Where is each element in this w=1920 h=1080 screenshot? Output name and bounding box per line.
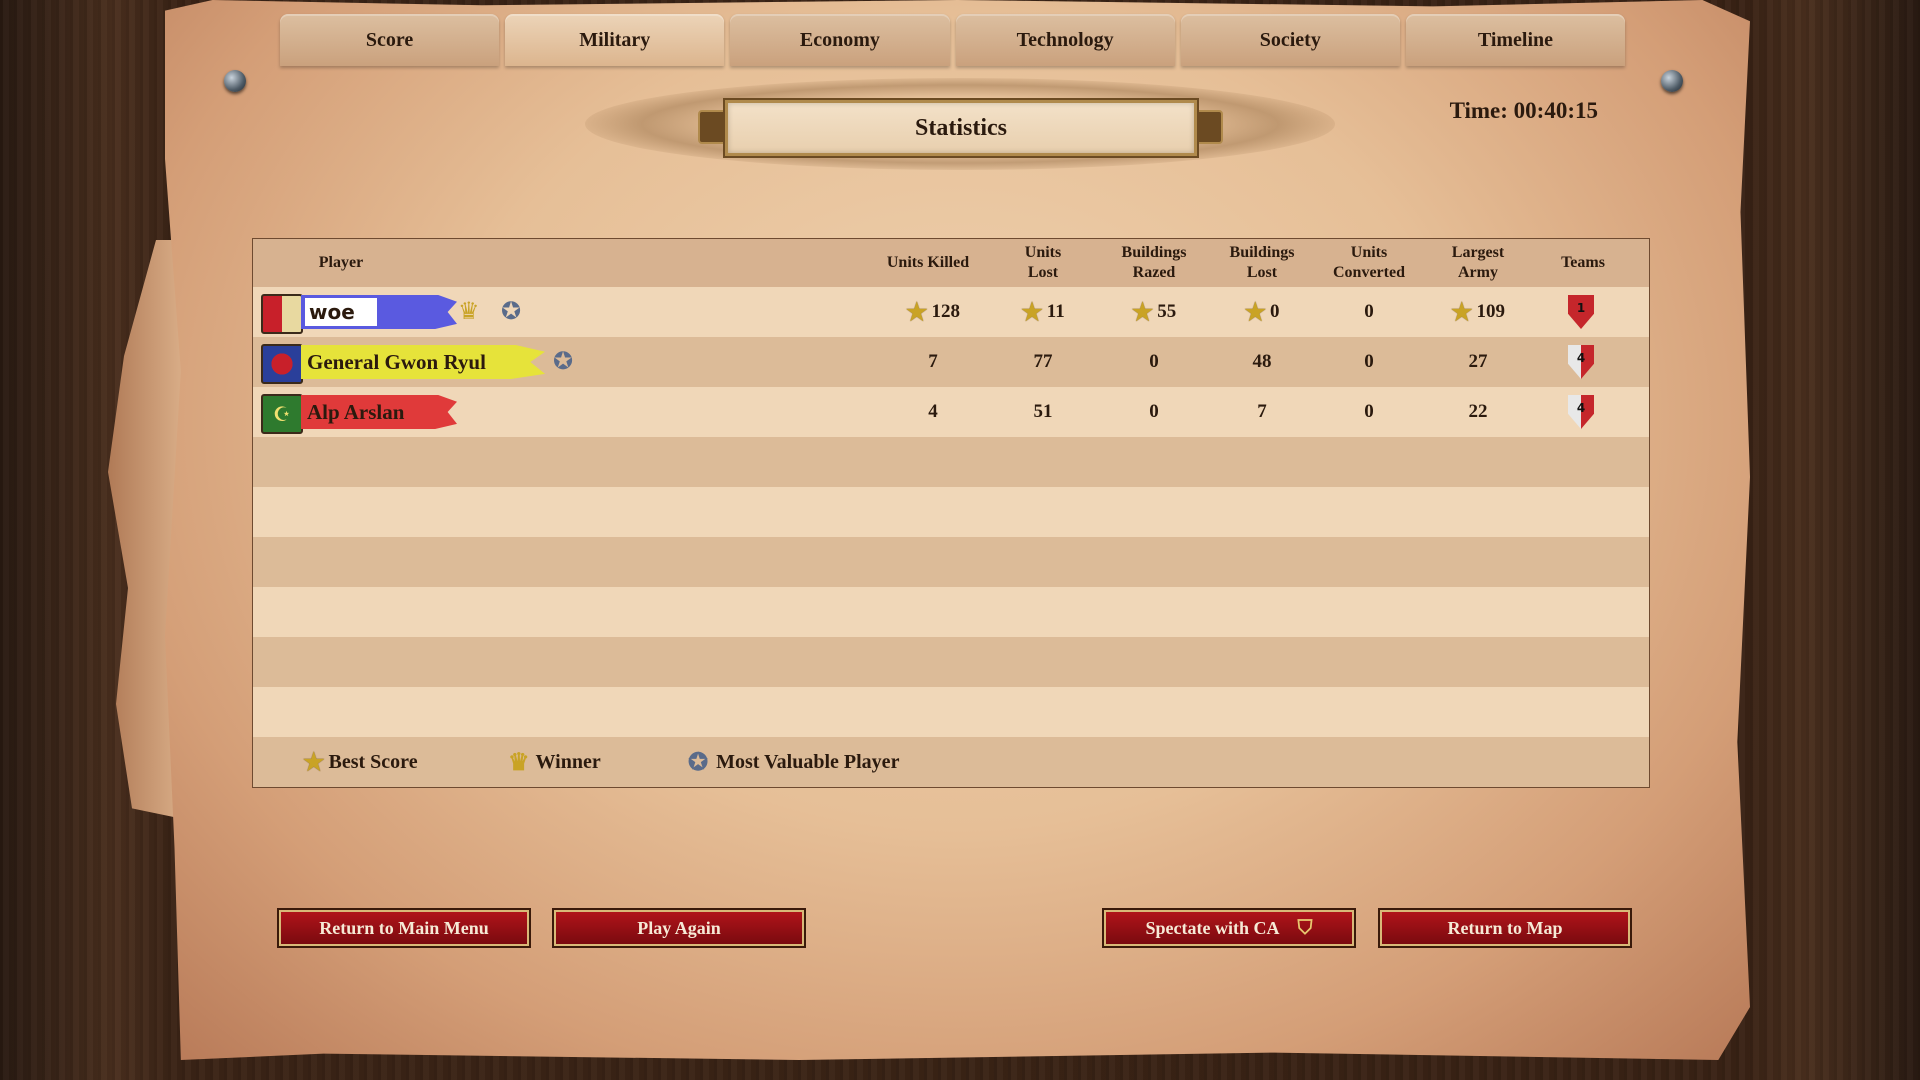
buildings-lost-cell: 7 [1257,401,1267,422]
crown-icon: ♛ [508,749,530,776]
page-title: Statistics [725,100,1197,156]
spectate-label: Spectate with CA [1145,917,1280,938]
col-buildings-razed: Buildings Razed [1121,244,1187,281]
korean-crest-icon [261,344,303,384]
largest-army-value: 109 [1476,301,1506,322]
tab-economy[interactable]: Economy [730,14,950,66]
empty-row [253,487,1649,537]
empty-row [253,687,1649,737]
player-name: woe [305,298,377,326]
return-to-main-menu-button[interactable]: Return to Main Menu [279,910,529,946]
units-lost-value: 11 [1046,301,1065,322]
table-row: woe ♛ ✪ ★ 128 ★ 11 ★ 55 ★ 0 0 ★ 109 1 [253,287,1649,337]
mvp-medal-icon: ✪ [553,349,574,375]
units-converted-cell: 0 [1364,351,1374,372]
team-shield-icon: 4 [1568,395,1594,429]
units-lost-cell: 77 [1033,351,1053,372]
col-player: Player [318,254,364,271]
medal-icon: ✪ [688,749,709,776]
player-name: General Gwon Ryul [307,349,486,374]
best-score-star-icon: ★ [1131,299,1154,326]
tab-score[interactable]: Score [280,14,500,66]
empty-row [253,437,1649,487]
tab-technology[interactable]: Technology [955,14,1175,66]
pin-icon [1661,70,1683,92]
units-killed-value: 128 [931,301,961,322]
largest-army-cell: ★ 109 [1423,287,1533,337]
units-converted-cell: 0 [1364,401,1374,422]
best-score-star-icon: ★ [1244,299,1266,326]
mvp-medal-icon: ✪ [501,299,522,325]
col-teams: Teams [1561,254,1605,271]
units-lost-cell: ★ 11 [993,287,1093,337]
winner-crown-icon: ♛ [458,299,480,325]
spectate-with-ca-button[interactable]: Spectate with CA ⛉ [1104,910,1354,946]
tab-military[interactable]: Military [505,14,725,66]
buildings-lost-cell: ★ 0 [1207,287,1317,337]
castile-crest-icon [261,294,303,334]
table-row: General Gwon Ryul ✪ 7 77 0 48 0 27 4 [253,337,1649,387]
units-lost-cell: 51 [1033,401,1053,422]
legend-best-score: ★ Best Score [303,737,418,787]
empty-row [253,537,1649,587]
empty-row [253,587,1649,637]
play-again-button[interactable]: Play Again [554,910,804,946]
game-time: Time: 00:40:15 [1449,98,1598,123]
buildings-razed-cell: 0 [1149,351,1159,372]
star-icon: ★ [303,749,325,776]
tab-timeline[interactable]: Timeline [1405,14,1626,66]
units-converted-cell: 0 [1364,301,1374,322]
player-banner: Alp Arslan [301,395,457,429]
statistics-table: Player Units Killed Units Lost Buildings… [252,238,1650,788]
buildings-lost-cell: 48 [1252,351,1272,372]
empty-row [253,637,1649,687]
units-killed-cell: 7 [928,351,938,372]
ca-shield-icon: ⛉ [1297,916,1313,939]
legend-winner: ♛ Winner [508,737,601,787]
turkish-crest-icon: ☪ [261,394,303,434]
pin-icon [224,70,246,92]
col-units-killed: Units Killed [886,254,970,271]
tab-society[interactable]: Society [1180,14,1400,66]
buildings-razed-cell: 0 [1149,401,1159,422]
table-header: Player Units Killed Units Lost Buildings… [253,239,1649,288]
player-banner: General Gwon Ryul [301,345,545,379]
best-score-star-icon: ★ [905,299,928,326]
legend-mvp: ✪ Most Valuable Player [688,737,899,787]
buildings-razed-value: 55 [1157,301,1177,322]
units-killed-cell: ★ 128 [873,287,993,337]
largest-army-cell: 22 [1468,401,1488,422]
legend-winner-label: Winner [535,750,601,773]
team-shield-icon: 1 [1568,295,1594,329]
table-row: ☪ Alp Arslan 4 51 0 7 0 22 4 [253,387,1649,437]
legend-mvp-label: Most Valuable Player [716,750,900,773]
col-units-converted: Units Converted [1333,244,1405,281]
best-score-star-icon: ★ [1021,299,1043,326]
player-banner: woe [301,295,457,329]
team-shield-icon: 4 [1568,345,1594,379]
legend-row [253,737,1649,787]
col-largest-army: Largest Army [1451,244,1505,281]
return-to-map-button[interactable]: Return to Map [1380,910,1630,946]
buildings-lost-value: 0 [1270,301,1280,322]
best-score-star-icon: ★ [1450,299,1473,326]
units-killed-cell: 4 [928,401,938,422]
player-name: Alp Arslan [307,399,405,424]
largest-army-cell: 27 [1468,351,1488,372]
col-buildings-lost: Buildings Lost [1229,244,1295,281]
tab-bar: Score Military Economy Technology Societ… [280,14,1626,66]
col-units-lost: Units Lost [1024,244,1062,281]
legend-best-score-label: Best Score [328,750,418,773]
buildings-razed-cell: ★ 55 [1099,287,1209,337]
